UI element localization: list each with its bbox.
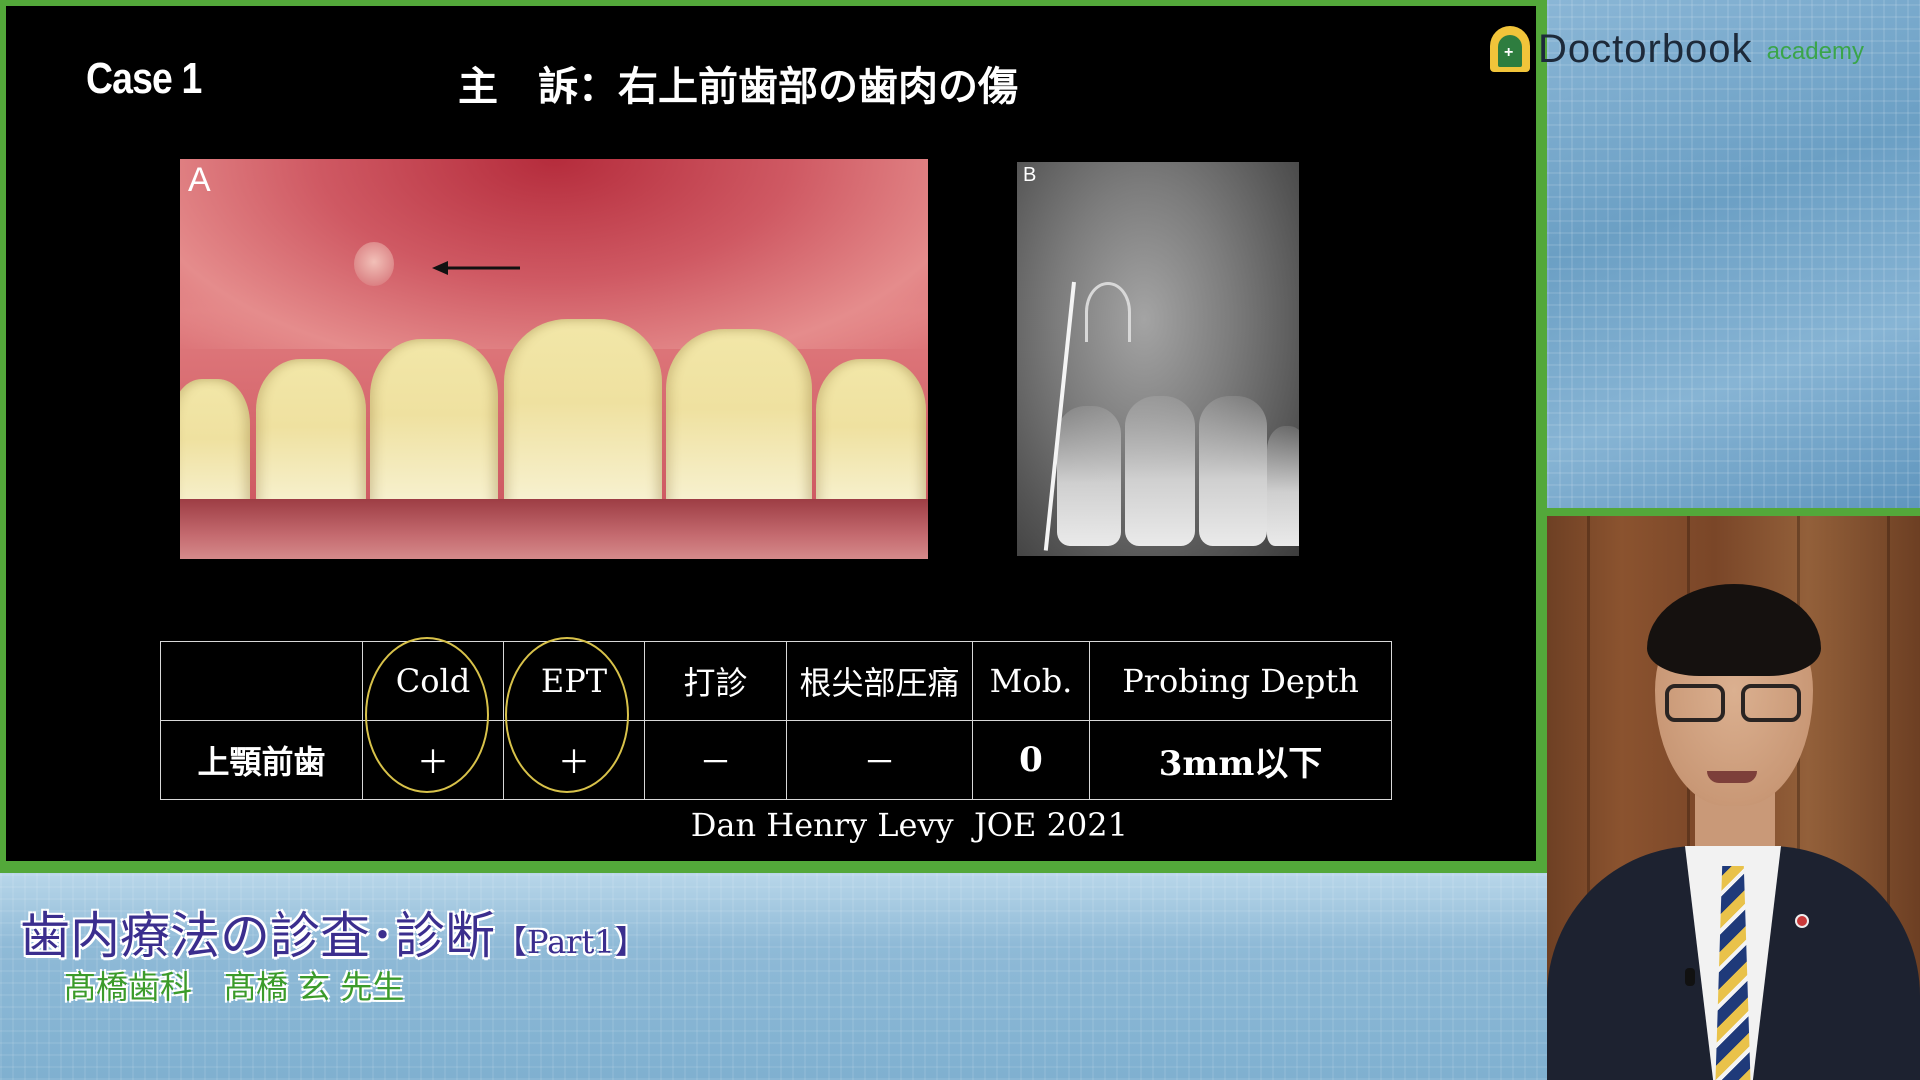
glasses-lens: [1665, 684, 1725, 722]
citation: Dan Henry Levy JOE 2021: [690, 806, 1128, 844]
findings-table: Cold EPT 打診 根尖部圧痛 Mob. Probing Depth 上顎前…: [160, 641, 1392, 800]
radiograph: B: [1017, 162, 1299, 556]
right-background: [1547, 0, 1920, 510]
presenter-hair: [1647, 584, 1821, 676]
table-row: 上顎前歯 ＋ ＋ － － 0 3mm以下: [160, 720, 1392, 800]
table-header-cell: Probing Depth: [1089, 641, 1392, 721]
logo-sub: academy: [1766, 38, 1864, 65]
doctorbook-logo: + Doctorbook academy: [1490, 26, 1864, 72]
lecture-title: 歯内療法の診査･診断【Part1】: [20, 896, 647, 968]
intraoral-photo: A: [180, 159, 928, 559]
divider-vertical: [1538, 0, 1547, 873]
presenter-glasses: [1665, 684, 1803, 724]
slide-frame: Case 1 主 訴：右上前歯部の歯肉の傷 A B Cold EPT 打診 根尖…: [0, 0, 1547, 873]
highlight-circle: [365, 637, 489, 793]
table-header-row: Cold EPT 打診 根尖部圧痛 Mob. Probing Depth: [160, 641, 1392, 721]
glasses-lens: [1741, 684, 1801, 722]
photo-b-label: B: [1023, 164, 1037, 186]
arrow-icon: [432, 261, 520, 275]
lower-gum: [180, 499, 928, 559]
xray-tooth: [1057, 406, 1121, 546]
logo-name: Doctorbook: [1538, 26, 1753, 71]
table-header-cell: Mob.: [972, 641, 1090, 721]
table-header-cell: 打診: [644, 641, 787, 721]
gutta-percha-tip: [1085, 282, 1131, 342]
logo-mark-icon: +: [1490, 26, 1530, 72]
xray-tooth: [1199, 396, 1267, 546]
lecture-part: 【Part1】: [495, 923, 647, 961]
xray-tooth: [1267, 426, 1299, 546]
photo-a-label: A: [188, 161, 211, 199]
presenter-mouth: [1707, 771, 1757, 783]
table-cell: 3mm以下: [1089, 720, 1392, 800]
sinus-tract-lesion: [354, 242, 394, 286]
lapel-mic-icon: [1685, 968, 1695, 986]
presenter-video: [1547, 516, 1920, 1080]
table-cell: －: [644, 720, 787, 800]
lapel-pin-icon: [1795, 914, 1809, 928]
slide: Case 1 主 訴：右上前歯部の歯肉の傷 A B Cold EPT 打診 根尖…: [6, 6, 1536, 861]
chief-complaint: 主 訴：右上前歯部の歯肉の傷: [458, 63, 1018, 110]
table-row-label: 上顎前歯: [160, 720, 363, 800]
table-cell: －: [786, 720, 973, 800]
table-cell: 0: [972, 720, 1090, 800]
speaker-name: 髙橋歯科 髙橋 玄 先生: [64, 968, 405, 1006]
xray-tooth: [1125, 396, 1195, 546]
case-label: Case 1: [86, 54, 202, 103]
teeth-row: [180, 309, 928, 529]
table-header-cell: [160, 641, 363, 721]
lecture-title-text: 歯内療法の診査･診断: [20, 907, 495, 965]
divider-horizontal: [1538, 508, 1920, 516]
table-header-cell: 根尖部圧痛: [786, 641, 973, 721]
tooth: [504, 319, 662, 529]
highlight-circle: [505, 637, 629, 793]
